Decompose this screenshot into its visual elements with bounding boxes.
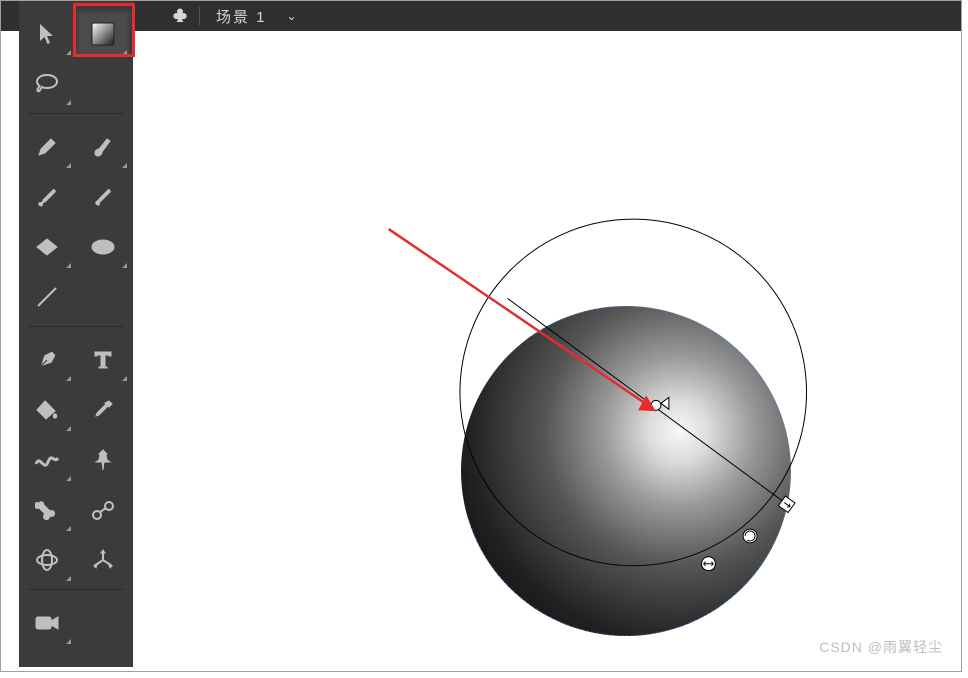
canvas-area[interactable] [151, 31, 961, 671]
tool-panel [19, 1, 133, 667]
translate-3d-icon [91, 548, 115, 572]
scene-label: 场景 1 [216, 6, 267, 27]
pen-fluid-tool[interactable] [19, 122, 75, 172]
eyedropper-icon [92, 399, 114, 421]
chevron-down-icon: ⌄ [287, 9, 297, 23]
eraser-icon [35, 237, 59, 257]
gradient-rotate-handle[interactable] [743, 529, 757, 543]
text-tool[interactable] [75, 335, 131, 385]
paint-bucket-icon [35, 399, 59, 421]
asset-warp-tool[interactable] [19, 435, 75, 485]
paint-bucket-tool[interactable] [19, 385, 75, 435]
brush-tool-2[interactable] [75, 172, 131, 222]
empty-cell [75, 59, 131, 109]
tool-separator [29, 326, 123, 327]
pen-tool[interactable] [19, 335, 75, 385]
oval-tool[interactable] [75, 222, 131, 272]
eraser-tool[interactable] [19, 222, 75, 272]
brush-classic-icon [91, 135, 115, 159]
camera-tool[interactable] [19, 598, 75, 648]
brush-icon [35, 185, 59, 209]
brush-tool[interactable] [19, 172, 75, 222]
club-icon [171, 7, 189, 25]
gradient-end-handle[interactable] [778, 496, 795, 513]
translate-3d-tool[interactable] [75, 535, 131, 585]
rotation-3d-icon [35, 548, 59, 572]
bone-tool[interactable] [19, 485, 75, 535]
asset-warp-icon [34, 450, 60, 470]
gradient-radius-circle[interactable] [460, 219, 807, 566]
gradient-width-handle[interactable] [702, 557, 716, 571]
annotation-arrow [389, 229, 656, 411]
pin-tool[interactable] [75, 435, 131, 485]
oval-icon [90, 238, 116, 256]
tool-separator [29, 589, 123, 590]
free-transform-tool[interactable] [75, 9, 131, 59]
bone-icon [35, 498, 59, 522]
pen-icon [36, 349, 58, 371]
line-tool[interactable] [19, 272, 75, 322]
lasso-tool[interactable] [19, 59, 75, 109]
gradient-edit-overlay [151, 31, 961, 672]
selection-arrow-icon [37, 23, 57, 45]
pin-icon [93, 449, 113, 471]
pencil-icon [36, 136, 58, 158]
topbar: 场景 1 ⌄ [1, 1, 961, 31]
tool-separator [29, 113, 123, 114]
rotation-3d-tool[interactable] [19, 535, 75, 585]
text-icon [93, 350, 113, 370]
brush-classic-tool[interactable] [75, 122, 131, 172]
free-transform-icon [90, 21, 116, 47]
topbar-divider [199, 7, 200, 25]
lasso-icon [34, 72, 60, 96]
line-icon [35, 285, 59, 309]
scene-tab[interactable]: 场景 1 ⌄ [216, 6, 297, 27]
brush2-icon [91, 185, 115, 209]
empty-cell [75, 272, 131, 322]
watermark: CSDN @雨翼轻尘 [819, 637, 943, 657]
eyedropper-tool[interactable] [75, 385, 131, 435]
camera-icon [35, 614, 59, 632]
bind-tool[interactable] [75, 485, 131, 535]
empty-cell [75, 598, 131, 648]
selection-arrow-tool[interactable] [19, 9, 75, 59]
bind-icon [91, 499, 115, 521]
